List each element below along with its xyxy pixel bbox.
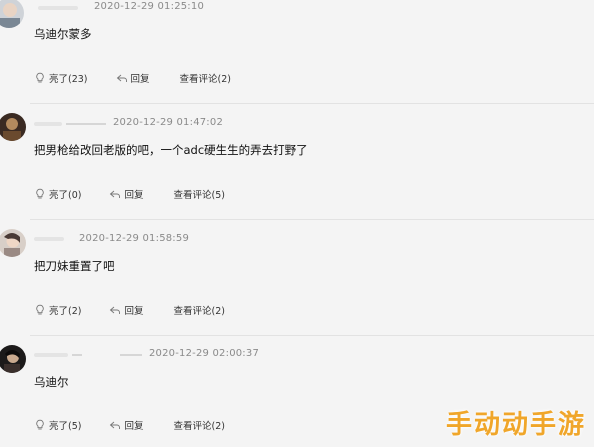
view-replies-label: 查看评论(2) (173, 306, 225, 317)
comment-divider (30, 335, 594, 336)
reply-arrow-icon (110, 190, 121, 198)
comment-timestamp: 2020-12-29 01:47:02 (113, 117, 224, 128)
comment-text: 把刀妹重置了吧 (34, 259, 115, 273)
bulb-icon (36, 419, 44, 430)
like-label: 亮了(23) (49, 74, 88, 85)
reply-label: 回复 (124, 421, 144, 432)
username-placeholder (38, 6, 78, 10)
like-label: 亮了(0) (49, 190, 82, 201)
view-replies-label: 查看评论(2) (173, 421, 225, 432)
comment-actions: 亮了(5) 回复 查看评论(2) (34, 418, 225, 432)
view-replies-label: 查看评论(5) (173, 190, 225, 201)
view-replies-link[interactable]: 查看评论(2) (180, 71, 231, 85)
comment-actions: 亮了(23) 回复 查看评论(2) (34, 71, 231, 85)
username-placeholder (34, 122, 62, 126)
comment-actions: 亮了(0) 回复 查看评论(5) (34, 187, 225, 201)
view-replies-label: 查看评论(2) (179, 74, 231, 85)
comment-timestamp: 2020-12-29 01:58:59 (79, 233, 190, 244)
avatar[interactable] (0, 229, 26, 257)
like-label: 亮了(2) (49, 306, 82, 317)
reply-label: 回复 (124, 306, 144, 317)
view-replies-link[interactable]: 查看评论(2) (173, 303, 224, 317)
username-placeholder (66, 123, 106, 125)
like-button[interactable]: 亮了(23) (34, 71, 88, 85)
reply-button[interactable]: 回复 (109, 303, 143, 317)
reply-arrow-icon (110, 421, 121, 429)
username-placeholder (120, 354, 142, 356)
bulb-icon (36, 72, 44, 83)
comment-text: 把男枪给改回老版的吧，一个adc硬生生的弄去打野了 (34, 143, 308, 157)
view-replies-link[interactable]: 查看评论(2) (173, 418, 224, 432)
reply-label: 回复 (130, 74, 150, 85)
username-placeholder (34, 353, 68, 357)
like-button[interactable]: 亮了(0) (34, 187, 81, 201)
comment-text: 乌迪尔 (34, 375, 69, 389)
bulb-icon (36, 188, 44, 199)
username-placeholder (34, 237, 64, 241)
site-watermark: 手动动手游 (445, 410, 586, 440)
like-label: 亮了(5) (49, 421, 82, 432)
comment-timestamp: 2020-12-29 01:25:10 (94, 1, 205, 12)
comment-actions: 亮了(2) 回复 查看评论(2) (34, 303, 225, 317)
bulb-icon (36, 304, 44, 315)
reply-arrow-icon (116, 74, 127, 82)
view-replies-link[interactable]: 查看评论(5) (173, 187, 224, 201)
reply-arrow-icon (110, 306, 121, 314)
avatar[interactable] (0, 113, 26, 141)
comment-divider (30, 219, 594, 220)
reply-button[interactable]: 回复 (109, 187, 143, 201)
reply-label: 回复 (124, 190, 144, 201)
comment-divider (30, 103, 594, 104)
username-placeholder (72, 354, 82, 356)
avatar[interactable] (0, 345, 26, 373)
comment-timestamp: 2020-12-29 02:00:37 (149, 348, 260, 359)
comment-text: 乌迪尔蒙多 (34, 27, 92, 41)
reply-button[interactable]: 回复 (109, 418, 143, 432)
avatar[interactable] (0, 0, 24, 28)
like-button[interactable]: 亮了(2) (34, 303, 81, 317)
reply-button[interactable]: 回复 (116, 71, 150, 85)
like-button[interactable]: 亮了(5) (34, 418, 81, 432)
